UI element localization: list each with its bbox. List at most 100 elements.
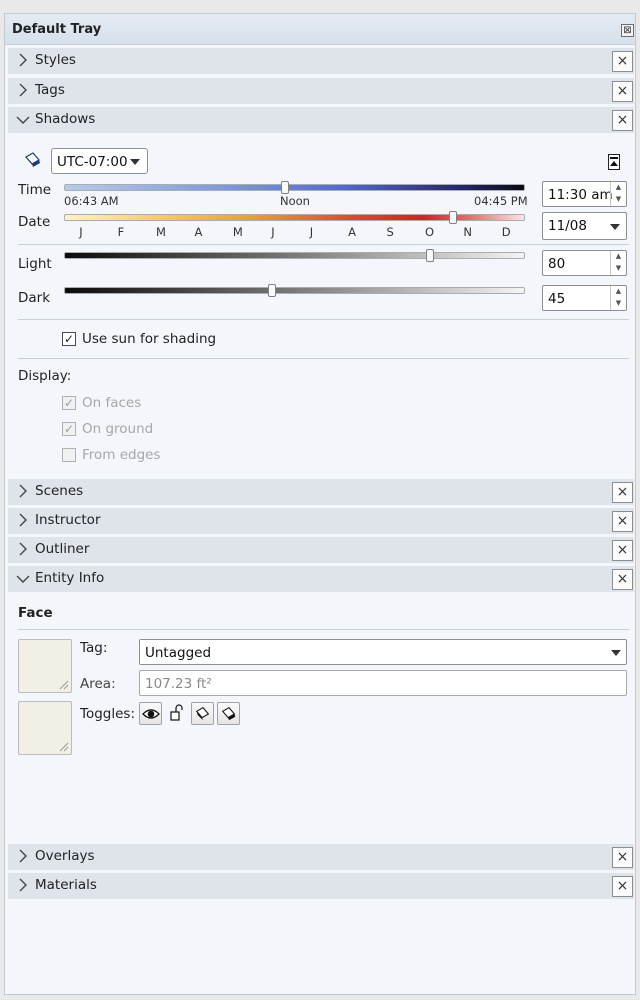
tray-title: Default Tray xyxy=(12,22,102,37)
month-label: J xyxy=(271,225,275,239)
time-spinner[interactable]: ▲ ▼ xyxy=(610,182,626,206)
panel-header-overlays[interactable]: Overlays × xyxy=(8,844,634,870)
use-sun-checkbox[interactable]: ✓ xyxy=(62,332,76,346)
from-edges-checkbox[interactable] xyxy=(62,448,76,462)
spin-up-icon[interactable]: ▲ xyxy=(611,182,626,194)
panel-header-styles[interactable]: Styles × xyxy=(8,48,634,74)
panel-label-instructor: Instructor xyxy=(35,512,101,528)
panel-header-entity-info[interactable]: Entity Info × xyxy=(8,566,634,592)
time-value: 11:30 am xyxy=(548,187,613,203)
close-scenes-button[interactable]: × xyxy=(612,482,633,503)
dark-spinner[interactable]: ▲ ▼ xyxy=(610,286,626,310)
on-ground-checkbox[interactable]: ✓ xyxy=(62,422,76,436)
panel-label-tags: Tags xyxy=(35,82,65,98)
light-slider-thumb[interactable] xyxy=(426,249,435,262)
chevron-right-icon xyxy=(19,484,27,498)
light-input[interactable]: 80 ▲ ▼ xyxy=(542,250,627,276)
eye-icon xyxy=(142,709,160,719)
timezone-value: UTC-07:00 xyxy=(57,154,128,170)
time-slider-track[interactable] xyxy=(64,184,525,191)
panel-label-scenes: Scenes xyxy=(35,483,84,499)
month-label: J xyxy=(79,225,83,239)
on-faces-checkbox[interactable]: ✓ xyxy=(62,396,76,410)
light-label: Light xyxy=(18,256,52,272)
area-label: Area: xyxy=(80,676,116,692)
tag-value: Untagged xyxy=(145,645,212,661)
panel-header-outliner[interactable]: Outliner × xyxy=(8,537,634,563)
date-slider-thumb[interactable] xyxy=(449,211,458,224)
back-material-swatch[interactable] xyxy=(18,701,72,755)
chevron-right-icon xyxy=(19,878,27,892)
dark-input[interactable]: 45 ▲ ▼ xyxy=(542,285,627,311)
tray-close-button[interactable]: ⊠ xyxy=(621,24,634,37)
spin-down-icon[interactable]: ▼ xyxy=(611,263,626,275)
dark-slider-thumb[interactable] xyxy=(267,284,276,297)
month-label: M xyxy=(156,225,166,239)
receive-shadow-icon xyxy=(221,707,236,721)
month-label: S xyxy=(386,225,394,239)
close-instructor-button[interactable]: × xyxy=(612,511,633,532)
month-label: D xyxy=(501,225,511,239)
spin-up-icon[interactable]: ▲ xyxy=(611,286,626,298)
close-entity-info-button[interactable]: × xyxy=(612,569,633,590)
on-ground-label: On ground xyxy=(82,421,154,437)
front-material-swatch[interactable] xyxy=(18,639,72,693)
month-label: A xyxy=(348,225,356,239)
chevron-down-icon xyxy=(610,224,620,230)
close-materials-button[interactable]: × xyxy=(612,876,633,897)
month-label: O xyxy=(424,225,435,239)
month-label: N xyxy=(463,225,472,239)
light-slider-track[interactable] xyxy=(64,252,525,259)
chevron-right-icon xyxy=(19,83,27,97)
dark-label: Dark xyxy=(18,290,51,306)
timezone-dropdown[interactable]: UTC-07:00 xyxy=(51,148,148,174)
chevron-right-icon xyxy=(19,513,27,527)
time-input[interactable]: 11:30 am ▲ ▼ xyxy=(542,181,627,207)
expand-details-icon[interactable] xyxy=(608,154,620,170)
close-outliner-button[interactable]: × xyxy=(612,540,633,561)
shadow-toggle-icon[interactable] xyxy=(23,151,43,169)
visibility-toggle[interactable] xyxy=(139,702,162,725)
chevron-right-icon xyxy=(19,849,27,863)
light-value: 80 xyxy=(548,256,566,272)
chevron-down-icon xyxy=(16,116,30,124)
spin-up-icon[interactable]: ▲ xyxy=(611,251,626,263)
month-label: F xyxy=(117,225,125,239)
panel-label-shadows: Shadows xyxy=(35,111,96,127)
panel-label-outliner: Outliner xyxy=(35,541,90,557)
close-tags-button[interactable]: × xyxy=(612,81,633,102)
area-field: 107.23 ft² xyxy=(139,670,627,696)
close-shadows-button[interactable]: × xyxy=(612,110,633,131)
time-slider-thumb[interactable] xyxy=(281,181,290,194)
panel-header-shadows[interactable]: Shadows × xyxy=(8,107,634,133)
panel-header-scenes[interactable]: Scenes × xyxy=(8,479,634,505)
entity-type-heading: Face xyxy=(18,605,53,621)
close-overlays-button[interactable]: × xyxy=(612,847,633,868)
panel-header-instructor[interactable]: Instructor × xyxy=(8,508,634,534)
divider xyxy=(18,319,629,320)
panel-header-tags[interactable]: Tags × xyxy=(8,78,634,104)
time-end-label: 04:45 PM xyxy=(474,194,528,208)
default-tray: Default Tray ⊠ Styles × Tags × Shadows ×… xyxy=(4,13,636,995)
cast-shadows-toggle[interactable] xyxy=(191,702,214,725)
unlock-icon[interactable] xyxy=(168,704,186,722)
chevron-down-icon xyxy=(16,575,30,583)
resize-corner-icon xyxy=(59,742,69,752)
close-styles-button[interactable]: × xyxy=(612,51,633,72)
time-label: Time xyxy=(18,182,52,198)
tray-title-bar[interactable]: Default Tray ⊠ xyxy=(5,14,635,45)
dark-slider-track[interactable] xyxy=(64,287,525,294)
spin-down-icon[interactable]: ▼ xyxy=(611,298,626,310)
use-sun-label: Use sun for shading xyxy=(82,331,217,347)
receive-shadows-toggle[interactable] xyxy=(217,702,240,725)
time-start-label: 06:43 AM xyxy=(64,194,119,208)
spin-down-icon[interactable]: ▼ xyxy=(611,194,626,206)
panel-header-materials[interactable]: Materials × xyxy=(8,873,634,899)
resize-corner-icon xyxy=(59,680,69,690)
tag-dropdown[interactable]: Untagged xyxy=(139,639,627,665)
dark-value: 45 xyxy=(548,291,566,307)
date-dropdown[interactable]: 11/08 xyxy=(542,212,627,240)
light-spinner[interactable]: ▲ ▼ xyxy=(610,251,626,275)
month-label: A xyxy=(194,225,203,239)
chevron-right-icon xyxy=(19,53,27,67)
